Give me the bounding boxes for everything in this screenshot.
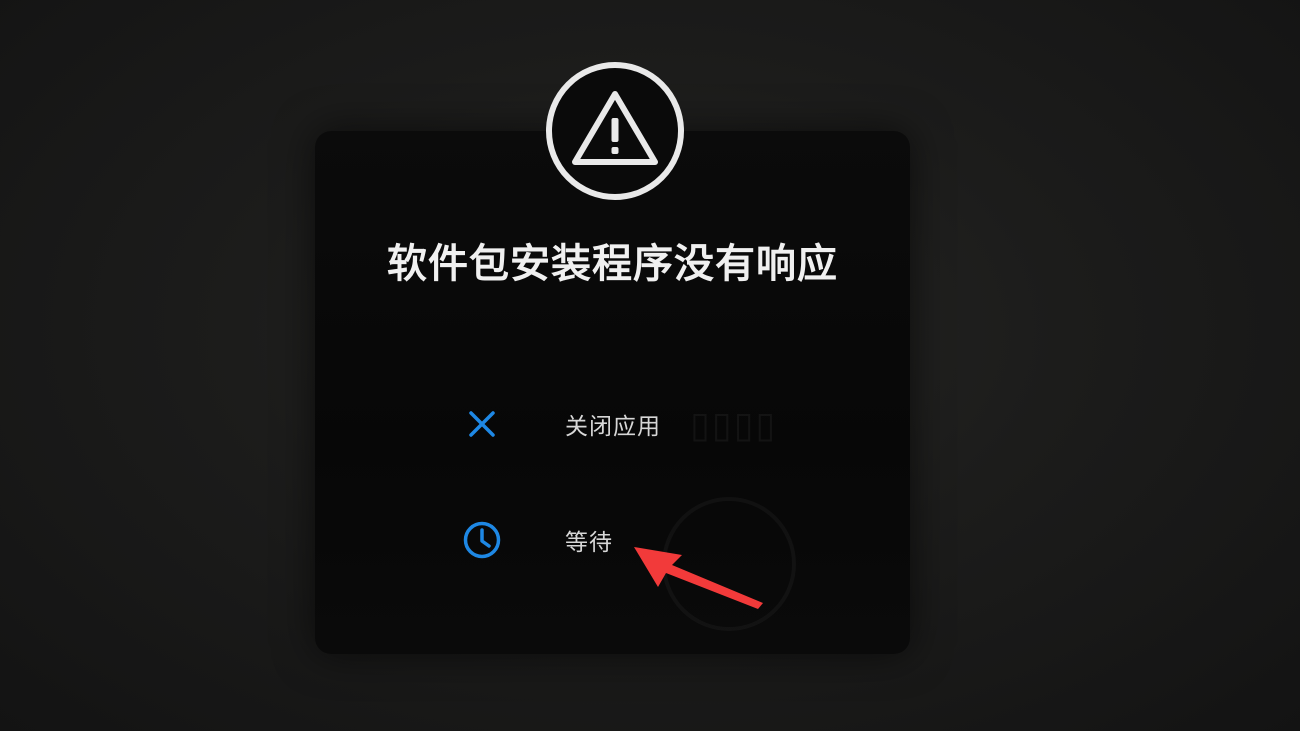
red-annotation-arrow-icon (634, 547, 763, 609)
screen-background: ▯▯▯▯ 软件包安装程序没有响应 关闭应用 等待 (0, 0, 1300, 731)
background-ghost-text: ▯▯▯▯ (690, 405, 778, 446)
clock-icon (455, 513, 509, 567)
wait-label: 等待 (565, 530, 613, 556)
warning-triangle-icon (546, 62, 684, 200)
app-not-responding-dialog (315, 131, 910, 654)
warning-triangle-glyph (572, 91, 658, 165)
dialog-title: 软件包安装程序没有响应 (387, 241, 838, 287)
close-x-icon (455, 397, 509, 451)
wait-button[interactable]: 等待 (455, 512, 613, 568)
close-app-button[interactable]: 关闭应用 (455, 396, 661, 452)
close-app-label: 关闭应用 (565, 414, 661, 440)
